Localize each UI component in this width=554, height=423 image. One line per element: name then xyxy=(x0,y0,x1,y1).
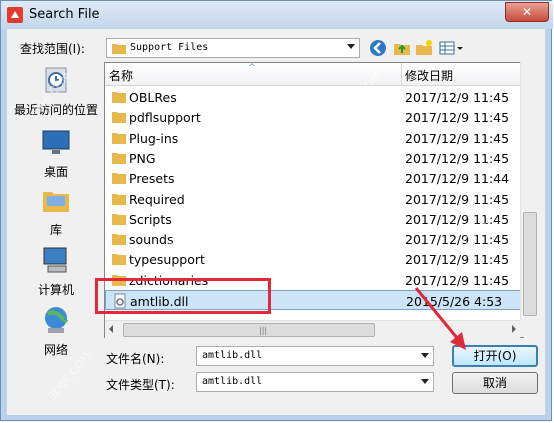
folder-icon xyxy=(112,173,126,185)
chevron-down-icon[interactable] xyxy=(347,44,355,49)
look-in-value: Support Files xyxy=(130,42,209,53)
file-type-label: 文件类型(T): xyxy=(106,378,175,392)
scrollbar-corner xyxy=(520,320,537,337)
folder-icon xyxy=(112,234,126,246)
row-name: pdflsupport xyxy=(129,110,201,126)
row-date: 2017/12/9 11:45 xyxy=(405,130,510,146)
row-name: Scripts xyxy=(129,211,172,227)
pointer-arrow-icon xyxy=(414,287,466,350)
folder-icon xyxy=(112,152,126,164)
folder-icon xyxy=(112,193,126,205)
folder-icon xyxy=(112,254,126,266)
row-date: 2017/12/9 11:44 xyxy=(405,171,510,187)
vertical-scrollbar[interactable] xyxy=(520,62,538,320)
folder-row[interactable]: Plug-ins 2017/12/9 11:45 xyxy=(105,128,523,148)
look-in-label: 查找范围(I): xyxy=(20,42,85,56)
row-date: 2017/12/9 11:45 xyxy=(405,252,510,268)
place-libraries[interactable]: 库 xyxy=(12,184,100,238)
computer-icon xyxy=(43,247,67,273)
row-name: OBLRes xyxy=(129,90,177,105)
look-in-dropdown[interactable]: Support Files xyxy=(106,38,360,58)
row-date: 2017/12/9 11:45 xyxy=(405,110,510,126)
new-folder-icon[interactable] xyxy=(414,38,434,58)
scroll-right-icon[interactable] xyxy=(512,325,516,333)
folder-row[interactable]: Required 2017/12/9 11:45 xyxy=(105,189,523,209)
vertical-scroll-thumb[interactable] xyxy=(523,212,537,316)
place-label: 桌面 xyxy=(43,165,68,179)
folder-icon xyxy=(112,112,126,124)
column-header-date[interactable]: 修改日期 xyxy=(405,67,453,84)
chevron-down-icon[interactable] xyxy=(421,379,429,384)
places-bar: 最近访问的位置 桌面 库 计算机 网络 xyxy=(12,60,100,360)
folder-row[interactable]: Presets 2017/12/9 11:44 xyxy=(105,168,523,188)
scroll-left-icon[interactable] xyxy=(109,325,113,333)
network-icon xyxy=(45,307,68,333)
libraries-icon xyxy=(43,192,69,212)
place-label: 库 xyxy=(49,223,62,237)
folder-icon xyxy=(112,132,126,144)
window-title: Search File xyxy=(29,7,100,22)
cancel-button[interactable]: 取消 xyxy=(452,372,538,394)
row-name: Plug-ins xyxy=(129,130,179,146)
row-name: typesupport xyxy=(129,252,205,268)
sort-ascending-icon: ^ xyxy=(248,63,256,73)
folder-icon xyxy=(112,92,126,103)
view-menu-icon[interactable] xyxy=(438,38,464,58)
grip-icon: ||| xyxy=(259,326,268,335)
list-header: 名称 ^ 修改日期 xyxy=(105,63,523,86)
file-name-label: 文件名(N): xyxy=(106,352,165,366)
file-name-field[interactable]: amtlib.dll xyxy=(196,346,434,366)
back-icon[interactable] xyxy=(368,38,388,58)
app-icon xyxy=(7,7,23,23)
column-divider[interactable] xyxy=(401,63,402,85)
folder-row[interactable]: Scripts 2017/12/9 11:45 xyxy=(105,209,523,229)
row-name: Presets xyxy=(129,171,175,187)
folder-row[interactable]: pdflsupport 2017/12/9 11:45 xyxy=(105,107,523,127)
place-computer[interactable]: 计算机 xyxy=(12,244,100,298)
place-desktop[interactable]: 桌面 xyxy=(12,126,100,180)
place-label: 最近访问的位置 xyxy=(13,103,98,117)
folder-icon xyxy=(112,44,126,54)
place-label: 计算机 xyxy=(37,283,74,297)
close-button[interactable]: ✕ xyxy=(505,2,549,22)
folder-row[interactable]: typesupport 2017/12/9 11:45 xyxy=(105,249,523,269)
horizontal-scroll-thumb[interactable]: ||| xyxy=(123,323,375,337)
desktop-icon xyxy=(42,130,70,154)
place-network[interactable]: 网络 xyxy=(12,304,100,358)
row-name: PNG xyxy=(129,150,156,166)
file-name-value: amtlib.dll xyxy=(202,350,263,361)
column-header-name[interactable]: 名称 xyxy=(109,67,133,84)
folder-icon xyxy=(112,213,126,225)
row-name: Required xyxy=(129,191,185,207)
row-date: 2017/12/9 11:45 xyxy=(405,150,510,166)
file-type-value: amtlib.dll xyxy=(202,376,263,387)
folder-row[interactable]: OBLRes 2017/12/9 11:45 xyxy=(105,87,523,107)
up-folder-icon[interactable] xyxy=(392,38,412,58)
folder-row[interactable]: PNG 2017/12/9 11:45 xyxy=(105,148,523,168)
title-bar[interactable]: Search File ✕ xyxy=(1,1,553,29)
file-type-dropdown[interactable]: amtlib.dll xyxy=(196,372,434,392)
row-date: 2017/12/9 11:45 xyxy=(405,90,510,105)
highlight-box xyxy=(95,278,271,314)
